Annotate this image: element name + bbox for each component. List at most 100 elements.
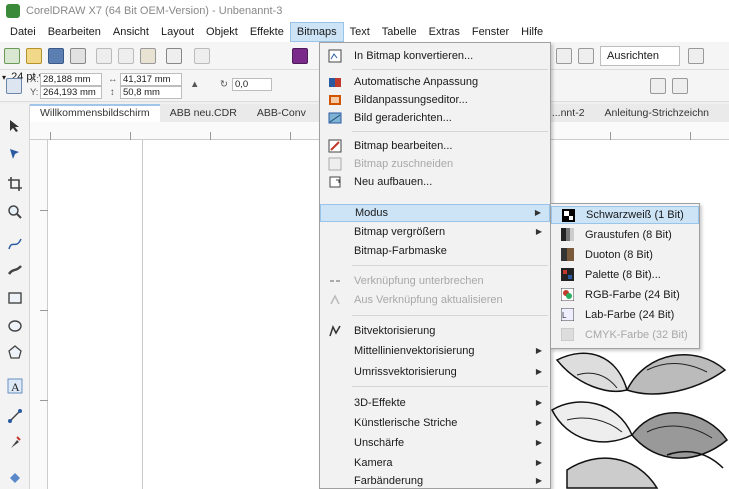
lock-ratio-icon[interactable]: ▲ (190, 79, 199, 90)
resample-icon (328, 175, 342, 189)
mode-palette[interactable]: Palette (8 Bit)... (551, 266, 699, 284)
width-field[interactable]: 41,317 mm (120, 73, 182, 86)
tab-abb-neu[interactable]: ABB neu.CDR (160, 104, 247, 122)
submenu-arrow-icon: ▶ (534, 208, 541, 217)
snap-icon[interactable] (556, 48, 572, 64)
undo-icon[interactable] (166, 48, 182, 64)
rectangle-tool-icon[interactable] (7, 290, 23, 306)
polygon-tool-icon[interactable] (7, 344, 23, 360)
menu-item-label: Bild geraderichten... (354, 112, 452, 124)
menu-item-edit-bitmap[interactable]: Bitmap bearbeiten... (320, 137, 550, 155)
menu-hilfe[interactable]: Hilfe (515, 22, 549, 42)
options-icon[interactable] (688, 48, 704, 64)
pick-tool-icon[interactable] (7, 118, 23, 134)
coreldraw-app-icon (6, 4, 20, 18)
title-bar: CorelDRAW X7 (64 Bit OEM-Version) - Unbe… (0, 0, 729, 22)
menu-item-image-adjust-lab[interactable]: Bildanpassungseditor... (320, 91, 550, 109)
y-position-field[interactable]: 264,193 mm (40, 86, 102, 99)
menu-item-art-strokes[interactable]: Künstlerische Striche ▶ (320, 414, 550, 432)
menu-layout[interactable]: Layout (155, 22, 200, 42)
shape-tool-icon[interactable] (7, 146, 23, 162)
vertical-ruler[interactable] (30, 140, 48, 489)
submenu-arrow-icon: ▶ (535, 346, 542, 355)
tab-abb-conv[interactable]: ABB-Conv (247, 104, 316, 122)
paste-icon[interactable] (140, 48, 156, 64)
crop-tool-icon[interactable] (7, 176, 23, 192)
connector-tool-icon[interactable] (7, 408, 23, 424)
menu-text[interactable]: Text (344, 22, 376, 42)
mode-label: Graustufen (8 Bit) (585, 229, 672, 241)
menu-item-bitmap-enlarge[interactable]: Bitmap vergrößern ▶ (320, 223, 550, 241)
rotation-icon: ↻ (220, 79, 228, 90)
menu-item-crop-bitmap: Bitmap zuschneiden (320, 155, 550, 173)
tab-anleitung[interactable]: Anleitung-Strichzeichn (595, 104, 719, 122)
menu-extras[interactable]: Extras (423, 22, 466, 42)
submenu-arrow-icon: ▶ (535, 367, 542, 376)
submenu-arrow-icon: ▶ (535, 398, 542, 407)
new-document-icon[interactable] (4, 48, 20, 64)
menu-item-label: Automatische Anpassung (354, 76, 479, 88)
menu-item-3d-effects[interactable]: 3D-Effekte ▶ (320, 394, 550, 412)
redo-icon[interactable] (194, 48, 210, 64)
mode-label: Lab-Farbe (24 Bit) (585, 309, 675, 321)
menu-item-blur[interactable]: Unschärfe ▶ (320, 434, 550, 452)
menu-item-centerline-trace[interactable]: Mittellinienvektorisierung ▶ (320, 342, 550, 360)
menu-item-color-transform[interactable]: Farbänderung ▶ (320, 472, 550, 489)
height-field[interactable]: 50,8 mm (120, 86, 182, 99)
fill-tool-icon[interactable] (7, 470, 23, 486)
freehand-tool-icon[interactable] (7, 236, 23, 252)
eyedropper-tool-icon[interactable] (7, 434, 23, 450)
menu-effekte[interactable]: Effekte (244, 22, 290, 42)
rotation-field[interactable]: 0,0 (232, 78, 272, 91)
menu-item-auto-adjust[interactable]: Automatische Anpassung (320, 73, 550, 91)
flower-sketch-image[interactable] (547, 340, 729, 489)
submenu-arrow-icon: ▶ (535, 458, 542, 467)
mode-grayscale[interactable]: Graustufen (8 Bit) (551, 226, 699, 244)
save-icon[interactable] (48, 48, 64, 64)
menu-item-bitmap-color-mask[interactable]: Bitmap-Farbmaske (320, 242, 550, 260)
menu-bitmaps[interactable]: Bitmaps (289, 22, 344, 42)
import-icon[interactable] (292, 48, 308, 64)
tab-welcome[interactable]: Willkommensbildschirm (30, 104, 160, 122)
x-position-field[interactable]: 28,188 mm (40, 73, 102, 86)
menu-item-label: Künstlerische Striche (354, 417, 458, 429)
bold-icon[interactable] (650, 78, 666, 94)
menu-item-convert-to-bitmap[interactable]: In Bitmap konvertieren... (320, 47, 550, 65)
page-border (142, 140, 143, 489)
snap-to-dropdown[interactable]: Ausrichten an ▾ (600, 46, 680, 80)
menu-tabelle[interactable]: Tabelle (376, 22, 423, 42)
snap-grid-icon[interactable] (578, 48, 594, 64)
italic-icon[interactable] (672, 78, 688, 94)
menu-item-label: Bitmap vergrößern (354, 226, 446, 238)
zoom-tool-icon[interactable] (7, 204, 23, 220)
menu-fenster[interactable]: Fenster (466, 22, 515, 42)
menu-item-straighten-image[interactable]: Bild geraderichten... (320, 109, 550, 127)
menu-separator (352, 265, 548, 266)
menu-datei[interactable]: Datei (4, 22, 42, 42)
menu-objekt[interactable]: Objekt (200, 22, 244, 42)
mode-duotone[interactable]: Duoton (8 Bit) (551, 246, 699, 264)
menu-item-resample[interactable]: Neu aufbauen... (320, 173, 550, 191)
menu-item-mode[interactable]: Modus ▶ (320, 204, 550, 222)
ellipse-tool-icon[interactable] (7, 318, 23, 334)
menu-item-update-from-link: Aus Verknüpfung aktualisieren (320, 291, 550, 309)
print-icon[interactable] (70, 48, 86, 64)
menu-item-label: Bildanpassungseditor... (354, 94, 468, 106)
cut-icon[interactable] (96, 48, 112, 64)
text-tool-icon[interactable]: A (7, 378, 23, 394)
mode-lab[interactable]: L Lab-Farbe (24 Bit) (551, 306, 699, 324)
artistic-media-icon[interactable] (7, 262, 23, 278)
mode-submenu: Schwarzweiß (1 Bit) Graustufen (8 Bit) D… (550, 203, 700, 349)
menu-bearbeiten[interactable]: Bearbeiten (42, 22, 107, 42)
crop-bitmap-icon (328, 157, 342, 171)
menu-item-powertrace[interactable]: Bitvektorisierung (320, 322, 550, 340)
copy-icon[interactable] (118, 48, 134, 64)
mode-rgb[interactable]: RGB-Farbe (24 Bit) (551, 286, 699, 304)
menu-item-camera[interactable]: Kamera ▶ (320, 454, 550, 472)
menu-ansicht[interactable]: Ansicht (107, 22, 155, 42)
mode-black-white[interactable]: Schwarzweiß (1 Bit) (551, 206, 699, 224)
menu-item-outline-trace[interactable]: Umrissvektorisierung ▶ (320, 363, 550, 381)
width-arrow-icon: ↔ (108, 74, 118, 85)
open-folder-icon[interactable] (26, 48, 42, 64)
menu-item-label: Farbänderung (354, 475, 424, 487)
